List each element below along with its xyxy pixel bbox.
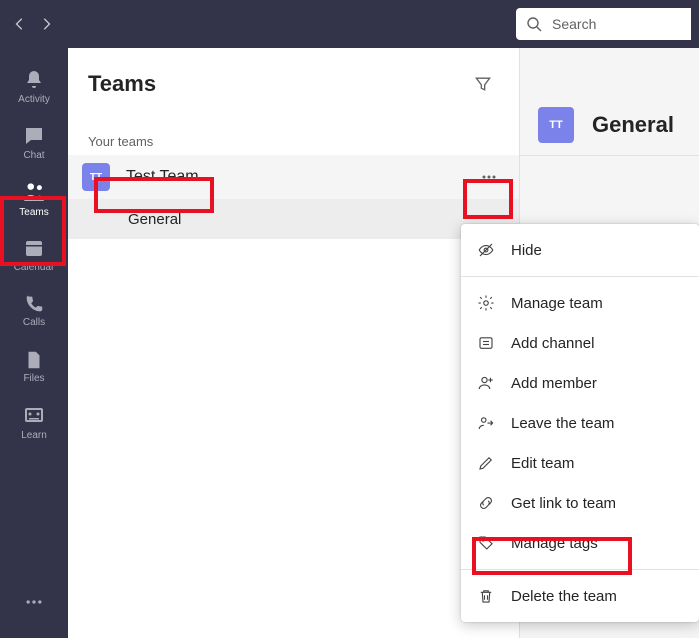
search-placeholder: Search <box>552 16 596 32</box>
filter-icon <box>473 74 493 94</box>
rail-label: Activity <box>18 94 50 105</box>
tag-icon <box>477 534 495 552</box>
menu-separator <box>461 569 699 570</box>
menu-label: Hide <box>511 242 542 259</box>
menu-manage-tags[interactable]: Manage tags <box>461 523 699 563</box>
team-name: Test Team <box>126 168 473 186</box>
menu-get-link[interactable]: Get link to team <box>461 483 699 523</box>
panel-title: Teams <box>88 71 156 97</box>
rail-more[interactable] <box>0 578 68 626</box>
file-icon <box>23 349 45 371</box>
chevron-right-icon <box>39 17 53 31</box>
menu-label: Manage team <box>511 295 603 312</box>
eye-off-icon <box>477 241 495 259</box>
rail-chat[interactable]: Chat <box>0 114 68 170</box>
team-more-button[interactable] <box>473 161 505 193</box>
gear-icon <box>477 294 495 312</box>
pencil-icon <box>477 454 495 472</box>
rail-label: Learn <box>21 430 47 441</box>
section-label: Your teams <box>68 120 519 155</box>
menu-label: Leave the team <box>511 415 614 432</box>
calendar-icon <box>22 236 46 260</box>
chat-icon <box>22 124 46 148</box>
menu-add-channel[interactable]: Add channel <box>461 323 699 363</box>
channel-name: General <box>128 211 181 228</box>
teams-panel: Teams Your teams TT Test Team General <box>68 48 520 638</box>
menu-label: Manage tags <box>511 535 598 552</box>
forward-button[interactable] <box>34 12 58 36</box>
team-avatar: TT <box>82 163 110 191</box>
rail-calendar[interactable]: Calendar <box>0 226 68 282</box>
menu-hide[interactable]: Hide <box>461 230 699 270</box>
menu-manage-team[interactable]: Manage team <box>461 283 699 323</box>
channel-avatar: TT <box>538 107 574 143</box>
ellipsis-icon <box>479 167 499 187</box>
chevron-left-icon <box>13 17 27 31</box>
channel-title: General <box>592 112 674 138</box>
menu-label: Add member <box>511 375 597 392</box>
rail-learn[interactable]: Learn <box>0 394 68 450</box>
menu-delete-team[interactable]: Delete the team <box>461 576 699 616</box>
link-icon <box>477 494 495 512</box>
teams-icon <box>21 179 47 205</box>
menu-label: Delete the team <box>511 588 617 605</box>
channel-icon <box>477 334 495 352</box>
menu-label: Add channel <box>511 335 594 352</box>
leave-icon <box>477 414 495 432</box>
rail-activity[interactable]: Activity <box>0 58 68 114</box>
rail-label: Files <box>23 373 44 384</box>
person-add-icon <box>477 374 495 392</box>
team-context-menu: Hide Manage team Add channel Add member … <box>461 224 699 622</box>
menu-label: Edit team <box>511 455 574 472</box>
rail-label: Teams <box>19 207 48 218</box>
filter-button[interactable] <box>467 68 499 100</box>
app-rail: Activity Chat Teams Calendar Calls Files <box>0 48 68 638</box>
rail-label: Calendar <box>14 262 55 273</box>
content-header: TT General <box>520 94 699 156</box>
learn-icon <box>22 404 46 428</box>
menu-add-member[interactable]: Add member <box>461 363 699 403</box>
rail-label: Calls <box>23 317 45 328</box>
rail-calls[interactable]: Calls <box>0 282 68 338</box>
search-icon <box>526 16 542 32</box>
menu-label: Get link to team <box>511 495 616 512</box>
bell-icon <box>22 68 46 92</box>
menu-edit-team[interactable]: Edit team <box>461 443 699 483</box>
ellipsis-icon <box>24 592 44 612</box>
channel-row[interactable]: General <box>68 199 519 239</box>
search-box[interactable]: Search <box>516 8 691 40</box>
back-button[interactable] <box>8 12 32 36</box>
rail-teams[interactable]: Teams <box>0 170 68 226</box>
rail-label: Chat <box>23 150 44 161</box>
rail-files[interactable]: Files <box>0 338 68 394</box>
menu-separator <box>461 276 699 277</box>
phone-icon <box>23 293 45 315</box>
title-bar: Search <box>0 0 699 48</box>
menu-leave-team[interactable]: Leave the team <box>461 403 699 443</box>
panel-header: Teams <box>68 48 519 120</box>
trash-icon <box>477 587 495 605</box>
team-row[interactable]: TT Test Team <box>68 155 519 199</box>
content-top-spacer <box>520 48 699 94</box>
